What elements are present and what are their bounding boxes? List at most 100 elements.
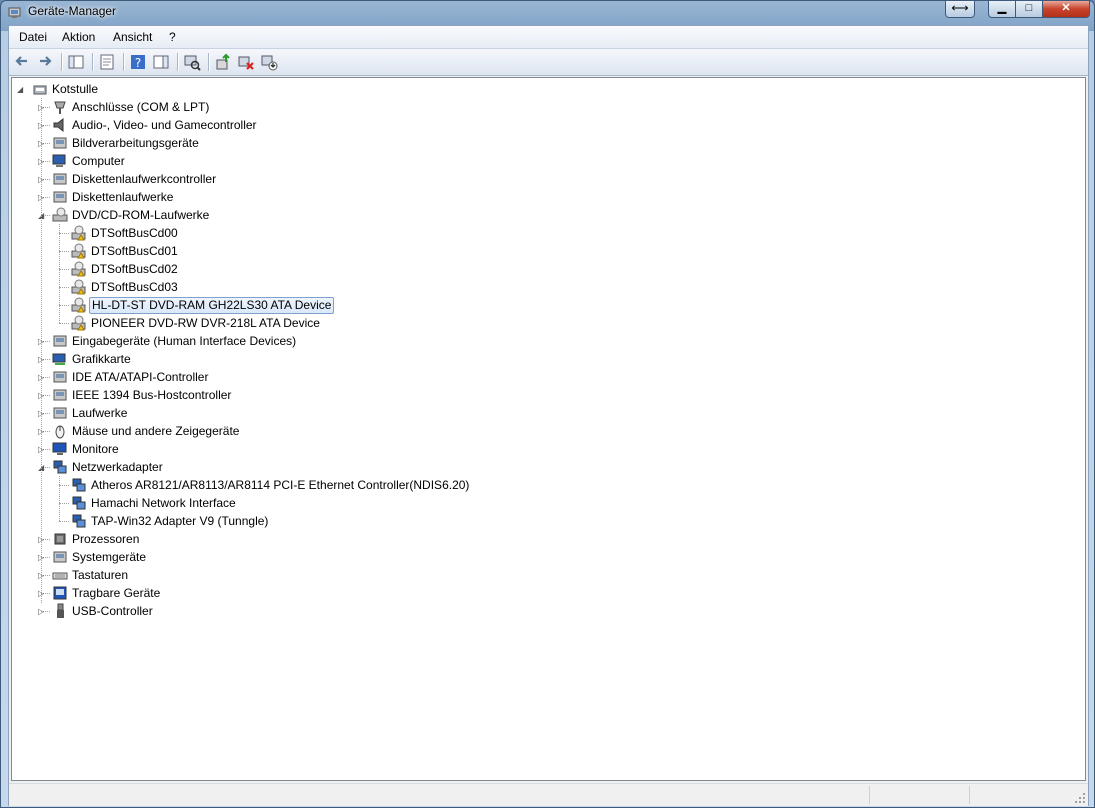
action-pane-icon[interactable] (152, 53, 170, 71)
properties-icon[interactable] (98, 53, 116, 71)
network-adapter-icon (72, 496, 86, 510)
update-driver-icon[interactable] (214, 53, 232, 71)
expand-arrow-icon[interactable]: ▷ (38, 607, 47, 616)
dvd-drive-warning-icon (71, 261, 86, 277)
expand-arrow-icon[interactable]: ▷ (38, 157, 47, 166)
close-button[interactable]: ✕ (1043, 1, 1090, 18)
title-bar[interactable]: Geräte-Manager ⟷ ▁ □ ✕ (1, 1, 1094, 23)
expand-arrow-icon[interactable]: ▷ (38, 373, 47, 382)
device-manager-app-icon (8, 7, 21, 18)
uninstall-icon[interactable] (237, 53, 255, 71)
tree-connector (59, 251, 69, 252)
tree-connector (59, 485, 69, 486)
selected-device-label: HL-DT-ST DVD-RAM GH22LS30 ATA Device (89, 297, 335, 314)
port-icon (54, 101, 66, 114)
imaging-icon (53, 137, 67, 149)
tree-category-label: Tastaturen (72, 568, 129, 582)
menu-ansicht[interactable]: Ansicht (109, 30, 156, 44)
maximize-button[interactable]: □ (1016, 1, 1043, 18)
svg-text:?: ? (135, 56, 141, 70)
menu-datei[interactable]: Datei (15, 30, 51, 44)
collapse-arrow-icon[interactable]: ◢ (38, 211, 47, 220)
toolbar-separator (92, 53, 94, 71)
network-adapter-icon (72, 478, 86, 492)
tree-category-label: IEEE 1394 Bus-Hostcontroller (72, 388, 232, 402)
device-label: Atheros AR8121/AR8113/AR8114 PCI-E Ether… (91, 478, 470, 492)
back-icon[interactable] (13, 53, 31, 71)
disk-drive-icon (53, 407, 67, 419)
dvd-drive-warning-icon (71, 279, 86, 295)
tree-category-label: Eingabegeräte (Human Interface Devices) (72, 334, 297, 348)
expand-arrow-icon[interactable]: ▷ (38, 139, 47, 148)
tree-category-label: Prozessoren (72, 532, 140, 546)
tree-category-label: Grafikkarte (72, 352, 131, 366)
device-label: TAP-Win32 Adapter V9 (Tunngle) (91, 514, 269, 528)
expand-arrow-icon[interactable]: ▷ (38, 445, 47, 454)
tree-category-label: Mäuse und andere Zeigegeräte (72, 424, 240, 438)
computer-root-icon (33, 85, 47, 95)
tree-connector (41, 98, 42, 603)
expand-arrow-icon[interactable]: ▷ (38, 121, 47, 130)
tree-connector (59, 287, 69, 288)
toolbar-separator (208, 53, 210, 71)
status-bar (9, 783, 1088, 806)
collapse-arrow-icon[interactable]: ◢ (38, 463, 47, 472)
tree-category-label: USB-Controller (72, 604, 153, 618)
status-cell (869, 786, 970, 804)
tree-connector (59, 503, 69, 504)
ide-controller-icon (53, 371, 67, 383)
help-icon[interactable]: ? (129, 53, 147, 71)
tree-category-label: Bildverarbeitungsgeräte (72, 136, 199, 150)
expand-arrow-icon[interactable]: ▷ (38, 589, 47, 598)
floppy-controller-icon (53, 173, 67, 185)
tree-connector (59, 269, 69, 270)
disable-device-icon[interactable] (260, 53, 278, 71)
device-label: DTSoftBusCd01 (91, 244, 178, 258)
expand-arrow-icon[interactable]: ▷ (38, 427, 47, 436)
portable-devices-icon (53, 586, 67, 600)
tree-category-label: Systemgeräte (72, 550, 147, 564)
device-tree[interactable]: ◢ Kotstulle ▷ Anschlüsse (COM & LPT) ▷ Audio-… (11, 77, 1086, 781)
dvd-drive-warning-icon (71, 315, 86, 331)
resize-grip-icon[interactable] (1074, 792, 1086, 804)
expand-arrow-icon[interactable]: ▷ (38, 535, 47, 544)
forward-icon[interactable] (36, 53, 54, 71)
network-adapter-icon (53, 460, 67, 474)
expand-arrow-icon[interactable]: ▷ (38, 103, 47, 112)
toolbar-separator (61, 53, 63, 71)
expand-arrow-icon[interactable]: ▷ (38, 193, 47, 202)
tree-connector (59, 476, 60, 521)
menu-help[interactable]: ? (165, 30, 180, 44)
mouse-icon (55, 425, 65, 439)
tree-category-label: Laufwerke (72, 406, 128, 420)
firewire-icon (53, 389, 67, 401)
tree-category-label: Anschlüsse (COM & LPT) (72, 100, 210, 114)
tree-connector (59, 305, 69, 306)
minimize-button[interactable]: ▁ (988, 1, 1016, 18)
tree-category-label: DVD/CD-ROM-Laufwerke (72, 208, 210, 222)
tree-category-label: Audio-, Video- und Gamecontroller (72, 118, 257, 132)
expand-arrow-icon[interactable]: ◢ (17, 85, 26, 94)
expand-arrow-icon[interactable]: ▷ (38, 175, 47, 184)
dvd-drive-warning-icon (71, 243, 86, 259)
expand-arrow-icon[interactable]: ▷ (38, 355, 47, 364)
expand-arrow-icon[interactable]: ▷ (38, 409, 47, 418)
tree-category-label: Computer (72, 154, 125, 168)
resize-arrows-icon[interactable]: ⟷ (945, 1, 975, 18)
expand-arrow-icon[interactable]: ▷ (38, 571, 47, 580)
expand-arrow-icon[interactable]: ▷ (38, 391, 47, 400)
window-title: Geräte-Manager (28, 4, 117, 18)
show-hide-console-tree-icon[interactable] (67, 53, 85, 71)
menu-aktion[interactable]: Aktion (58, 30, 99, 44)
audio-icon (53, 117, 64, 133)
hid-icon (53, 335, 67, 347)
expand-arrow-icon[interactable]: ▷ (38, 337, 47, 346)
tree-category-label: Diskettenlaufwerke (72, 190, 174, 204)
device-label: Hamachi Network Interface (91, 496, 236, 510)
expand-arrow-icon[interactable]: ▷ (38, 553, 47, 562)
tree-connector (59, 233, 69, 234)
processor-icon (54, 533, 66, 545)
device-label: DTSoftBusCd03 (91, 280, 178, 294)
usb-icon (57, 603, 64, 618)
scan-hardware-changes-icon[interactable] (183, 53, 201, 71)
